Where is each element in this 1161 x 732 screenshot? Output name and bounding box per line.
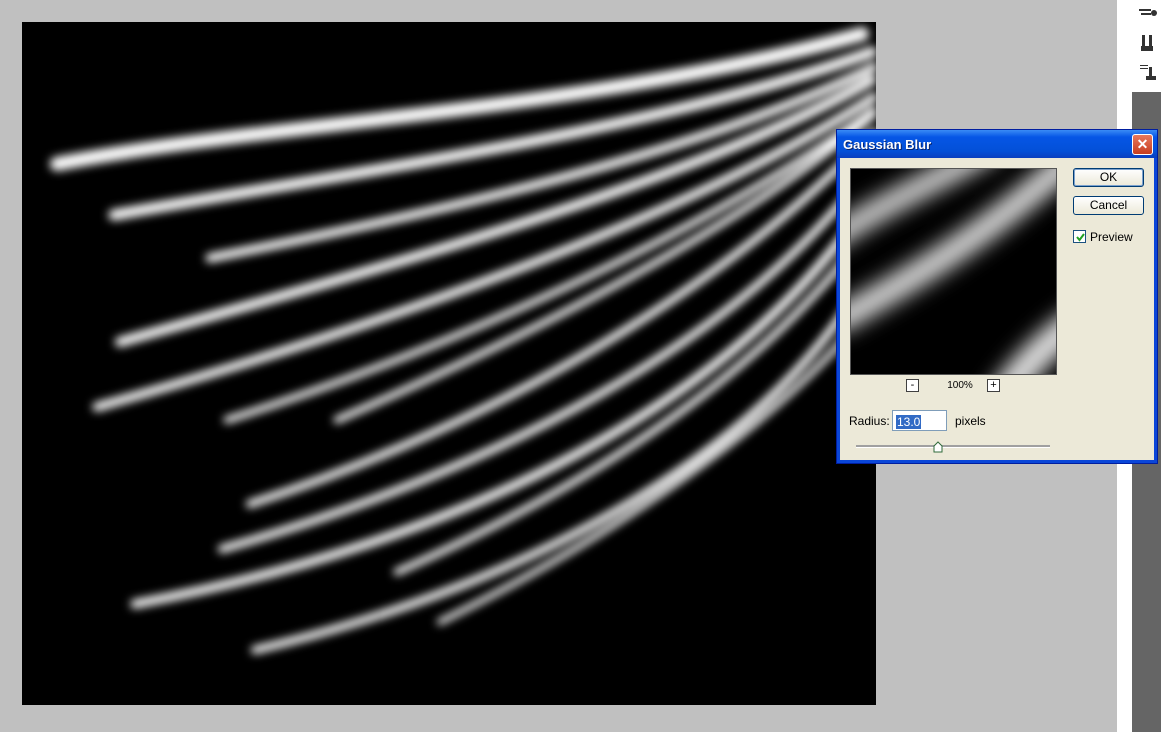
dialog-titlebar[interactable]: Gaussian Blur ✕ [837,130,1157,158]
checkmark-icon [1076,233,1085,242]
dialog-title: Gaussian Blur [843,137,932,152]
preview-checkbox[interactable] [1073,230,1086,243]
radius-input[interactable]: 13.0 [892,410,947,431]
close-icon: ✕ [1136,136,1149,152]
zoom-controls: - 100% + [906,379,1006,395]
cancel-button[interactable]: Cancel [1073,196,1144,215]
zoom-out-button[interactable]: - [906,379,919,392]
gaussian-blur-dialog: Gaussian Blur ✕ - 100% + Radius: 13.0 pi… [836,129,1158,464]
ok-button[interactable]: OK [1073,168,1144,187]
dialog-client-area: - 100% + Radius: 13.0 pixels OK Cancel P… [840,158,1154,460]
clone-source-icon[interactable] [1137,32,1159,54]
preview-artwork [851,169,1056,374]
radius-unit-label: pixels [955,414,986,428]
canvas-artwork [50,27,876,654]
preview-label: Preview [1090,230,1133,244]
radius-value: 13.0 [896,415,922,429]
close-button[interactable]: ✕ [1132,134,1153,155]
tool-presets-icon[interactable] [1137,61,1159,83]
zoom-level: 100% [947,380,973,391]
preview-image[interactable] [850,168,1057,375]
radius-slider-thumb[interactable] [933,440,943,453]
radius-slider-track[interactable] [856,445,1050,448]
radius-label: Radius: [849,414,890,428]
canvas-document[interactable] [22,22,876,705]
brush-presets-icon[interactable] [1137,3,1159,25]
zoom-in-button[interactable]: + [987,379,1000,392]
